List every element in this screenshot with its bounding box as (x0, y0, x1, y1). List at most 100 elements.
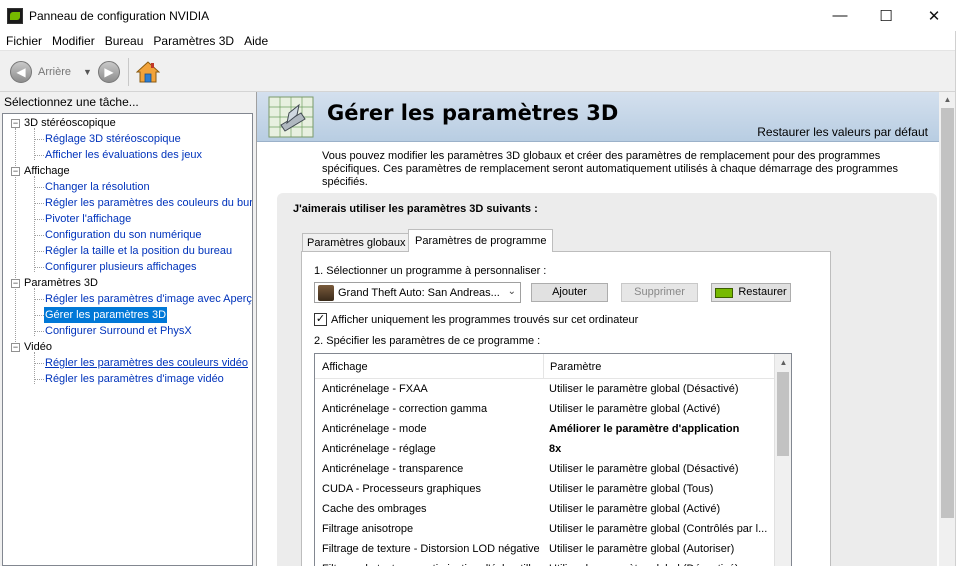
program-select[interactable]: Grand Theft Auto: San Andreas... ⌄ (314, 282, 521, 303)
tree-line (35, 251, 44, 252)
table-row[interactable]: Cache des ombrages Utiliser le paramètre … (315, 499, 775, 519)
back-label[interactable]: Arrière (38, 66, 71, 78)
tab-global-settings[interactable]: Paramètres globaux (302, 233, 411, 253)
column-header-feature[interactable]: Affichage (322, 361, 368, 373)
link-video-color[interactable]: Régler les paramètres des couleurs vidéo (44, 355, 249, 371)
table-row[interactable]: Filtrage anisotrope Utiliser le paramètre… (315, 519, 775, 539)
tree-line (35, 363, 44, 364)
history-dropdown-icon[interactable]: ▼ (83, 67, 92, 77)
setting-cell[interactable]: Utiliser le paramètre global (Désactivé) (549, 383, 773, 395)
feature-cell: Anticrénelage - mode (322, 423, 427, 435)
forward-button[interactable]: ▶ (97, 60, 120, 83)
link-manage-3d-settings[interactable]: Gérer les paramètres 3D (44, 307, 168, 323)
link-multiple-displays[interactable]: Configurer plusieurs affichages (44, 259, 197, 275)
tree-line (35, 139, 44, 140)
page-title: Gérer les paramètres 3D (327, 101, 619, 125)
back-arrow-icon: ◀ (16, 64, 26, 79)
home-button[interactable] (135, 60, 161, 84)
link-image-preview[interactable]: Régler les paramètres d'image avec Aperç… (44, 291, 252, 307)
menu-3d-settings[interactable]: Paramètres 3D (148, 34, 239, 48)
table-row[interactable]: Anticrénelage - réglage 8x (315, 439, 775, 459)
page-description: Vous pouvez modifier les paramètres 3D g… (322, 150, 898, 188)
table-row[interactable]: Anticrénelage - correction gamma Utiliser… (315, 399, 775, 419)
feature-cell: Anticrénelage - réglage (322, 443, 436, 455)
link-desktop-color[interactable]: Régler les paramètres des couleurs du bu… (44, 195, 252, 211)
feature-cell: Anticrénelage - correction gamma (322, 403, 488, 415)
forward-arrow-icon: ▶ (104, 64, 114, 79)
main-scrollbar[interactable]: ▲ (939, 92, 956, 566)
scroll-up-icon[interactable]: ▲ (939, 95, 956, 104)
table-row[interactable]: Anticrénelage - mode Améliorer le paramèt… (315, 419, 775, 439)
link-rotate-display[interactable]: Pivoter l'affichage (44, 211, 132, 227)
game-icon (318, 284, 334, 301)
table-row[interactable]: Anticrénelage - FXAA Utiliser le paramètr… (315, 379, 775, 399)
table-scrollbar[interactable]: ▲ (774, 354, 791, 566)
collapse-icon[interactable]: − (11, 166, 20, 176)
menu-file[interactable]: Fichier (1, 34, 47, 48)
setting-cell[interactable]: 8x (549, 443, 773, 455)
settings-table: Affichage Paramètre Anticrénelage - FXAA… (314, 353, 792, 566)
setting-cell[interactable]: Utiliser le paramètre global (Autoriser) (549, 543, 773, 555)
tree-line (35, 187, 44, 188)
back-button[interactable]: ◀ (10, 60, 32, 83)
tree-category-stereo[interactable]: − 3D stéréoscopique (11, 115, 116, 131)
setting-cell[interactable]: Utiliser le paramètre global (Tous) (549, 483, 773, 495)
scroll-up-icon[interactable]: ▲ (775, 354, 791, 371)
remove-program-button[interactable]: Supprimer (621, 283, 698, 302)
tree-line (34, 176, 35, 272)
collapse-icon[interactable]: − (11, 118, 20, 128)
setting-cell[interactable]: Utiliser le paramètre global (Activé) (549, 403, 773, 415)
maximize-button[interactable]: ☐ (863, 0, 909, 31)
close-button[interactable]: ✕ (911, 0, 957, 31)
tree-category-display[interactable]: − Affichage (11, 163, 70, 179)
table-row[interactable]: Anticrénelage - transparence Utiliser le … (315, 459, 775, 479)
table-row[interactable]: CUDA - Processeurs graphiques Utiliser le… (315, 479, 775, 499)
program-select-value: Grand Theft Auto: San Andreas... (338, 286, 500, 299)
menu-edit[interactable]: Modifier (47, 34, 100, 48)
panel-heading: J'aimerais utiliser les paramètres 3D su… (293, 203, 538, 215)
table-scrollbar-thumb[interactable] (777, 372, 789, 456)
menu-bar: Fichier Modifier Bureau Paramètres 3D Ai… (0, 31, 967, 51)
link-video-image[interactable]: Régler les paramètres d'image vidéo (44, 371, 225, 387)
tree-category-3d[interactable]: − Paramètres 3D (11, 275, 98, 291)
menu-help[interactable]: Aide (239, 34, 273, 48)
restore-defaults-link[interactable]: Restaurer les valeurs par défaut (757, 125, 928, 139)
setting-cell[interactable]: Utiliser le paramètre global (Activé) (549, 503, 773, 515)
link-game-ratings[interactable]: Afficher les évaluations des jeux (44, 147, 203, 163)
main-scrollbar-thumb[interactable] (941, 108, 954, 518)
link-change-resolution[interactable]: Changer la résolution (44, 179, 151, 195)
category-label: 3D stéréoscopique (24, 117, 116, 129)
column-header-setting[interactable]: Paramètre (550, 361, 601, 373)
tree-category-video[interactable]: − Vidéo (11, 339, 52, 355)
only-found-option[interactable]: ✓ Afficher uniquement les programmes tro… (314, 313, 638, 326)
setting-cell[interactable]: Utiliser le paramètre global (Désactivé) (549, 463, 773, 475)
collapse-icon[interactable]: − (11, 278, 20, 288)
feature-cell: CUDA - Processeurs graphiques (322, 483, 481, 495)
minimize-button[interactable]: — (817, 0, 863, 31)
tree-line (34, 288, 35, 336)
window-edge (956, 0, 967, 566)
link-surround-physx[interactable]: Configurer Surround et PhysX (44, 323, 193, 339)
link-desktop-size[interactable]: Régler la taille et la position du burea… (44, 243, 233, 259)
3d-settings-icon (268, 96, 314, 138)
feature-cell: Anticrénelage - transparence (322, 463, 464, 475)
tree-line (35, 315, 44, 316)
tab-program-settings[interactable]: Paramètres de programme (408, 229, 554, 252)
only-found-label: Afficher uniquement les programmes trouv… (331, 313, 639, 326)
collapse-icon[interactable]: − (11, 342, 20, 352)
tree-line (35, 235, 44, 236)
table-row[interactable]: Filtrage de texture - Distorsion LOD nég… (315, 539, 775, 559)
restore-program-button[interactable]: Restaurer (711, 283, 791, 302)
table-row[interactable]: Filtrage de texture - optimisation d'éch… (315, 559, 775, 566)
only-found-checkbox[interactable]: ✓ (314, 313, 327, 326)
menu-desktop[interactable]: Bureau (100, 34, 149, 48)
task-tree: − 3D stéréoscopique Réglage 3D stéréosco… (2, 113, 253, 566)
tree-line (35, 379, 44, 380)
link-stereo-setup[interactable]: Réglage 3D stéréoscopique (44, 131, 182, 147)
nvidia-logo-icon (7, 7, 23, 24)
add-program-button[interactable]: Ajouter (531, 283, 608, 302)
link-digital-audio[interactable]: Configuration du son numérique (44, 227, 203, 243)
setting-cell[interactable]: Utiliser le paramètre global (Contrôlés … (549, 523, 773, 535)
setting-cell[interactable]: Améliorer le paramètre d'application (549, 423, 773, 435)
tree-line (15, 128, 16, 348)
